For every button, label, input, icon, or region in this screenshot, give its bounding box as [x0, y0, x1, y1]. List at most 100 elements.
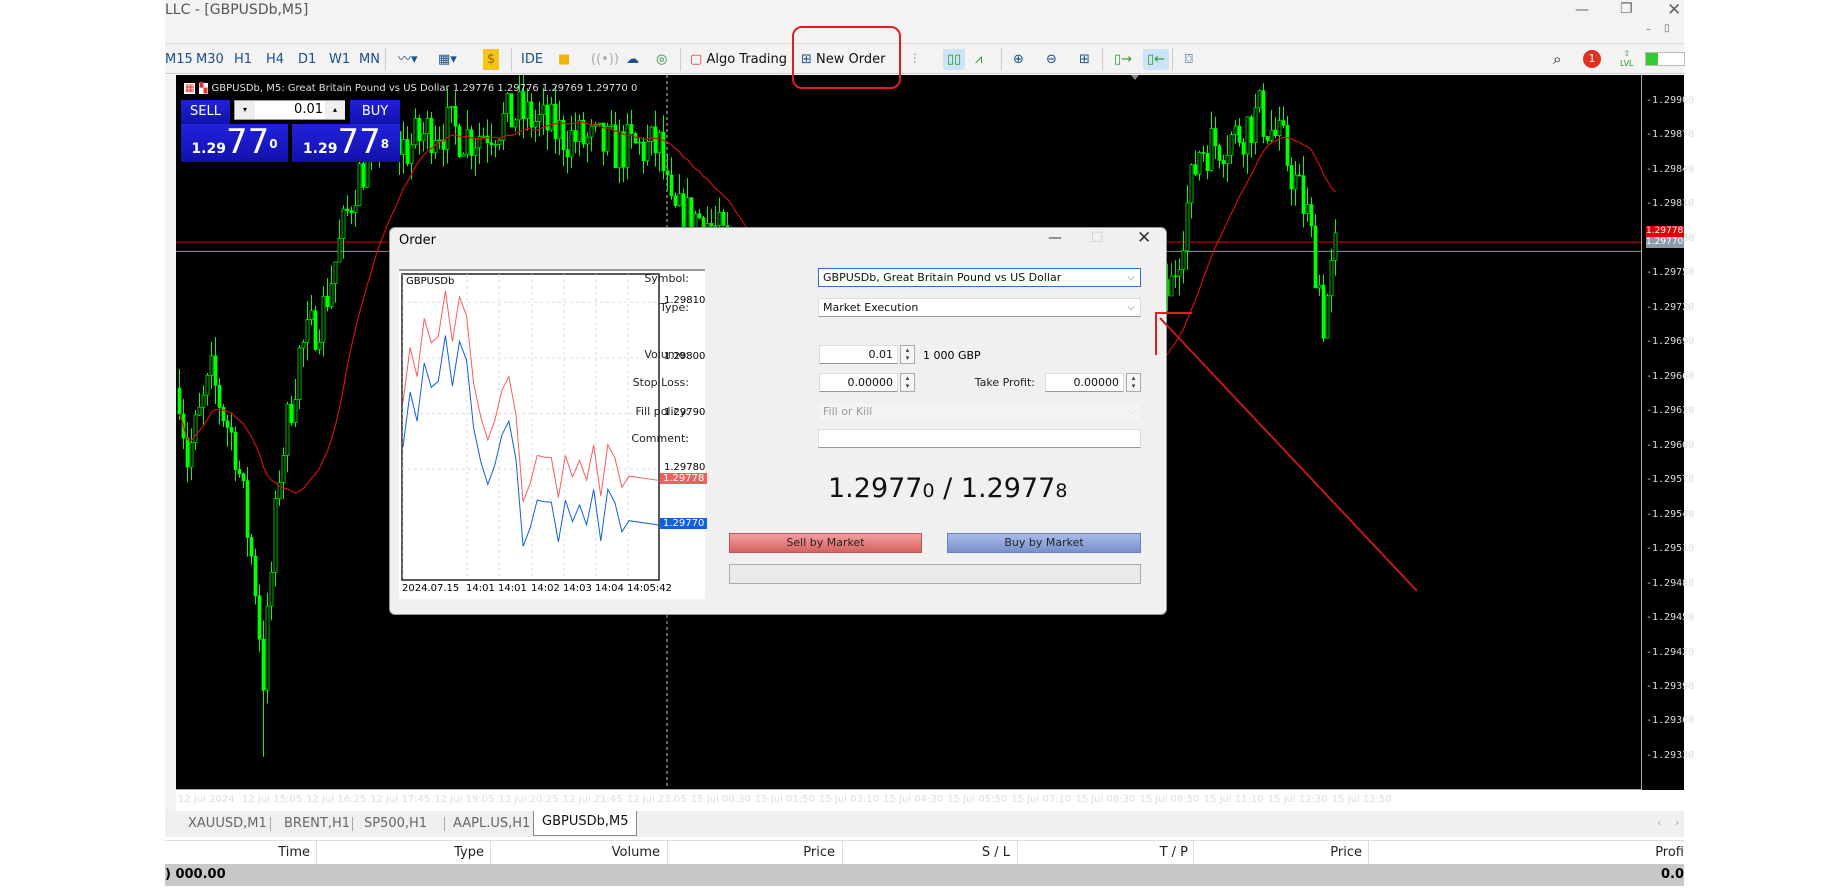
line-chart-type-icon[interactable]: ⩘ — [975, 49, 982, 70]
timeframe-w1[interactable]: W1 — [329, 49, 350, 70]
time-tick: 15 Jul 12:30 — [1267, 794, 1328, 805]
time-tick: 12 Jul 17:45 — [370, 794, 431, 805]
lvl-label: LVL — [1620, 59, 1634, 68]
bar-chart-icon[interactable]: ⫶ — [913, 49, 916, 70]
time-tick: 12 Jul 21:45 — [562, 794, 623, 805]
price-tick: -1.29660 — [1646, 370, 1695, 382]
search-icon[interactable]: ⌕ — [1553, 49, 1561, 70]
lvl-icon[interactable]: ⇧ LVL — [1620, 49, 1634, 70]
col-profit[interactable]: Profi — [1655, 845, 1684, 860]
minimize-chart-icon[interactable]: – — [1646, 24, 1651, 35]
balance-row: ) 000.00 0.0 — [165, 864, 1684, 886]
ask-price-main: 1.2977 — [960, 473, 1056, 504]
col-price[interactable]: Price — [803, 845, 835, 860]
dialog-close-icon[interactable]: ✕ — [1137, 228, 1151, 248]
type-select[interactable]: Market Execution ⌵ — [818, 298, 1141, 317]
close-window-icon[interactable]: ✕ — [1667, 0, 1681, 20]
vps-icon[interactable]: ◎ — [656, 49, 667, 70]
ask-price-tag: 1.29778 — [1646, 226, 1684, 237]
price-tick: -1.29510 — [1646, 543, 1695, 555]
symbol-select[interactable]: GBPUSDb, Great Britain Pound vs US Dolla… — [818, 268, 1141, 287]
market-dollar-icon[interactable]: $ — [483, 49, 499, 70]
volume-stepper[interactable]: ▴ ▾ — [900, 345, 915, 364]
buy-by-market-button[interactable]: Buy by Market — [947, 533, 1141, 553]
candlestick-chart-icon[interactable]: ▯▯ — [943, 49, 965, 70]
sell-price-sup: 0 — [269, 137, 278, 151]
tab-aapl[interactable]: AAPL.US,H1 — [453, 813, 530, 835]
indicators-icon[interactable]: ▦▾ — [438, 49, 457, 70]
signal-icon[interactable]: ((•)) — [591, 49, 619, 70]
new-order-button[interactable]: ⊞ New Order — [801, 49, 885, 70]
algo-trading-button[interactable]: ▢ Algo Trading — [690, 49, 787, 70]
price-tick: -1.29720 — [1646, 301, 1695, 313]
col-type[interactable]: Type — [454, 845, 484, 860]
sell-price-prefix: 1.29 — [191, 141, 226, 157]
tab-brent[interactable]: BRENT,H1 — [284, 813, 350, 835]
tabs-scroll-left-icon[interactable]: ‹ — [1657, 816, 1661, 829]
tab-sp500[interactable]: SP500,H1 — [364, 813, 427, 835]
col-price-current[interactable]: Price — [1330, 845, 1362, 860]
col-time[interactable]: Time — [278, 845, 310, 860]
one-click-volume-input[interactable]: 0.01 — [255, 102, 323, 117]
restore-chart-icon[interactable]: ▯ — [1664, 23, 1670, 34]
notification-badge[interactable]: 1 — [1583, 50, 1601, 68]
take-profit-stepper[interactable]: ▴ ▾ — [1126, 373, 1141, 392]
col-tp[interactable]: T / P — [1160, 845, 1188, 860]
dialog-maximize-icon[interactable]: ☐ — [1091, 230, 1104, 246]
time-tick: 15 Jul 08:30 — [1075, 794, 1136, 805]
one-click-buy-price[interactable]: 1.29778 — [292, 124, 400, 162]
line-chart-icon[interactable]: 〰▾ — [398, 49, 418, 70]
col-volume[interactable]: Volume — [612, 845, 660, 860]
algo-trading-label: Algo Trading — [706, 52, 787, 67]
bid-price-main: 1.2977 — [828, 473, 923, 504]
price-tick: -1.29480 — [1646, 577, 1695, 589]
timeframe-m15[interactable]: M15 — [165, 49, 193, 70]
tile-windows-icon[interactable]: ⊞ — [1079, 49, 1090, 70]
dialog-minimize-icon[interactable]: — — [1048, 230, 1062, 246]
time-tick: 15 Jul 07:10 — [1011, 794, 1072, 805]
fill-policy-select[interactable]: Fill or Kill ⌵ — [818, 402, 1141, 421]
one-click-sell-price[interactable]: 1.29770 — [181, 124, 288, 162]
ide-button[interactable]: IDE — [521, 49, 543, 70]
time-tick: 12 Jul 19:05 — [434, 794, 495, 805]
comment-input[interactable] — [818, 429, 1141, 448]
volume-down-button[interactable]: ▾ — [235, 101, 255, 119]
take-profit-input[interactable]: 0.00000 — [1045, 373, 1124, 392]
tab-xauusd[interactable]: XAUUSD,M1 — [188, 813, 267, 835]
price-separator: / — [934, 473, 961, 504]
timeframe-mn[interactable]: MN — [359, 49, 380, 70]
timeframe-m30[interactable]: M30 — [196, 49, 224, 70]
volume-up-button[interactable]: ▴ — [325, 101, 345, 119]
screenshot-icon[interactable]: ⌼ — [1185, 49, 1193, 70]
left-strip — [165, 75, 176, 835]
chart-shift-icon[interactable]: ▯→ — [1114, 49, 1132, 70]
col-sl[interactable]: S / L — [982, 845, 1010, 860]
sell-by-market-button[interactable]: Sell by Market — [729, 533, 922, 553]
ask-price-last: 8 — [1055, 480, 1068, 502]
window-title-bar: LLC - [GBPUSDb,M5] — ❐ ✕ – ▯ — [165, 0, 1684, 43]
price-tick: -1.29600 — [1646, 439, 1695, 451]
bid-price-tag: 1.29770 — [1646, 237, 1684, 248]
mini-chart-symbol: GBPUSDb — [406, 276, 455, 287]
cloud-icon[interactable]: ☁ — [626, 49, 639, 70]
restore-window-icon[interactable]: ❐ — [1620, 1, 1633, 17]
timeframe-d1[interactable]: D1 — [298, 49, 316, 70]
timeframe-h1[interactable]: H1 — [234, 49, 252, 70]
auto-scroll-icon[interactable]: ▯← — [1143, 49, 1169, 70]
price-tick: -1.29900 — [1646, 95, 1695, 106]
buy-price-sup: 8 — [380, 137, 390, 151]
timeframe-h4[interactable]: H4 — [266, 49, 284, 70]
one-click-buy-button[interactable]: BUY — [350, 100, 400, 124]
zoom-in-icon[interactable]: ⊕ — [1013, 49, 1024, 70]
tabs-scroll-right-icon[interactable]: › — [1675, 816, 1679, 829]
minimize-window-icon[interactable]: — — [1575, 2, 1589, 18]
tab-gbpusdb[interactable]: GBPUSDb,M5 — [533, 811, 638, 836]
one-click-sell-button[interactable]: SELL — [181, 100, 230, 124]
mini-tick: 2024.07.15 — [402, 583, 460, 594]
stop-loss-input[interactable]: 0.00000 — [819, 373, 898, 392]
volume-input[interactable]: 0.01 — [819, 345, 898, 364]
zoom-out-icon[interactable]: ⊖ — [1046, 49, 1057, 70]
price-tick: -1.29810 — [1646, 198, 1695, 210]
shopping-bag-icon[interactable]: ■ — [558, 49, 570, 70]
stop-loss-stepper[interactable]: ▴ ▾ — [900, 373, 915, 392]
